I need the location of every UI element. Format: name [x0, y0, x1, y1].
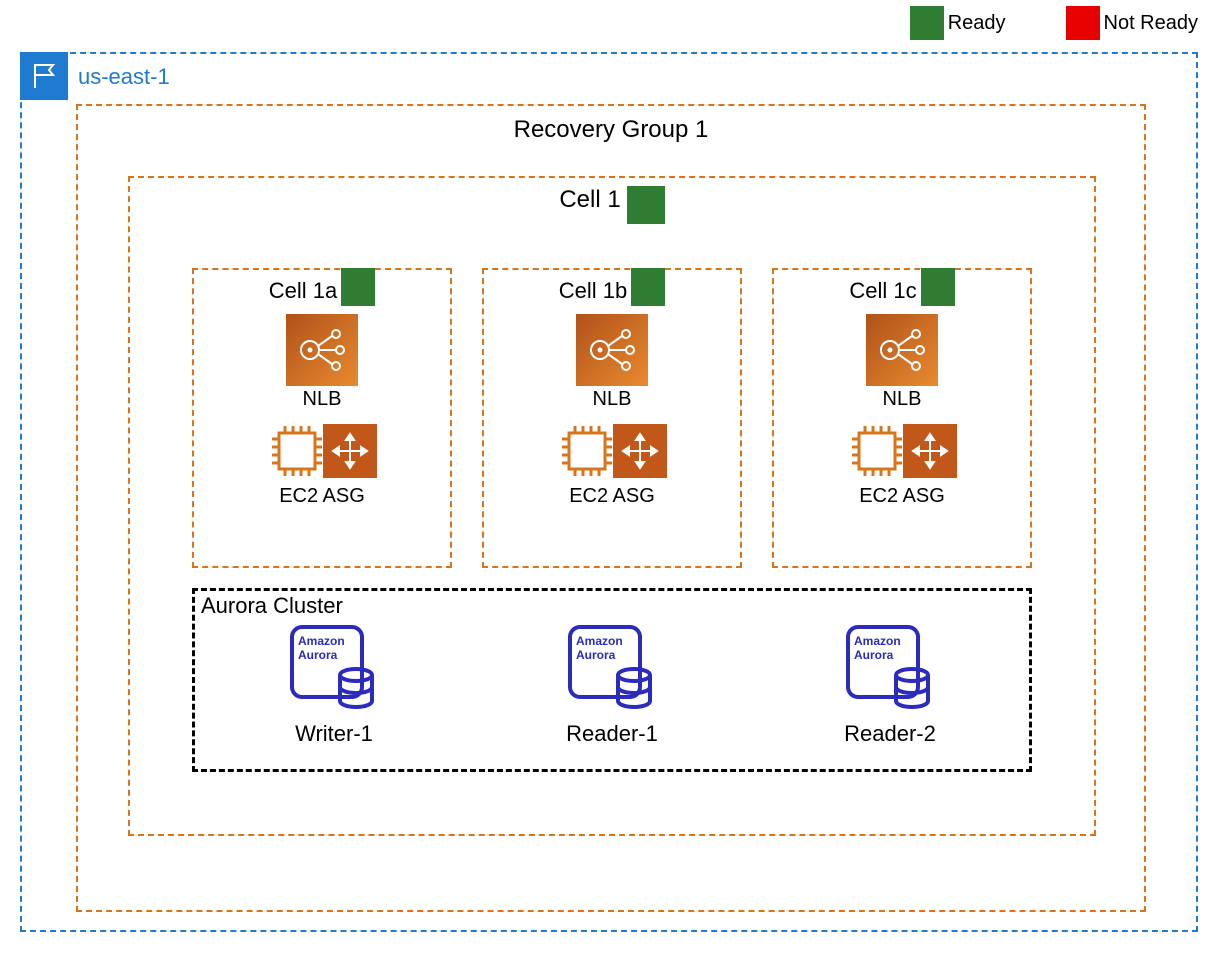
ready-swatch-icon — [910, 6, 944, 40]
cell1-header: Cell 1 — [130, 186, 1094, 224]
subcell-1a: Cell 1a — [192, 268, 452, 568]
ec2-chip-icon — [847, 421, 907, 481]
aurora-database-icon: Amazon Aurora — [562, 621, 662, 713]
subcell-1a-title: Cell 1a — [269, 272, 337, 304]
aurora-node-label: Reader-2 — [840, 721, 940, 747]
asg-label: EC2 ASG — [484, 485, 740, 508]
subcell-1b-title: Cell 1b — [559, 272, 627, 304]
aurora-database-icon: Amazon Aurora — [284, 621, 384, 713]
aurora-node-reader2: Amazon Aurora Reader-2 — [840, 621, 940, 747]
aurora-icon-text2: Aurora — [854, 648, 894, 662]
cell1-container: Cell 1 Cell 1a — [128, 176, 1096, 836]
region-container: us-east-1 Recovery Group 1 Cell 1 Cell 1… — [20, 52, 1198, 932]
subcell-1c-header: Cell 1c — [774, 272, 1030, 306]
cell1-status-icon — [627, 186, 665, 224]
nlb-icon — [286, 314, 358, 386]
aurora-node-writer1: Amazon Aurora Writer-1 — [284, 621, 384, 747]
nlb-label: NLB — [484, 388, 740, 411]
aurora-node-label: Writer-1 — [284, 721, 384, 747]
legend-not-ready-label: Not Ready — [1104, 12, 1199, 35]
nlb-icon — [576, 314, 648, 386]
subcell-1b-status-icon — [631, 268, 665, 306]
aurora-nodes-row: Amazon Aurora Writer-1 — [195, 621, 1029, 747]
aurora-cluster-container: Aurora Cluster Amazon Aurora — [192, 588, 1032, 772]
subcell-1a-status-icon — [341, 268, 375, 306]
aurora-cluster-title: Aurora Cluster — [195, 591, 1029, 619]
legend-ready: Ready — [910, 6, 1006, 40]
autoscaling-icon — [903, 424, 957, 478]
subcell-1b-header: Cell 1b — [484, 272, 740, 306]
nlb-label: NLB — [194, 388, 450, 411]
aurora-icon-text1: Amazon — [576, 634, 623, 648]
recovery-group-title: Recovery Group 1 — [78, 116, 1144, 144]
autoscaling-icon — [613, 424, 667, 478]
legend-ready-label: Ready — [948, 12, 1006, 35]
autoscaling-icon — [323, 424, 377, 478]
aurora-icon-text2: Aurora — [298, 648, 338, 662]
asg-label: EC2 ASG — [774, 485, 1030, 508]
subcell-1c-title: Cell 1c — [849, 272, 916, 304]
recovery-group-container: Recovery Group 1 Cell 1 Cell 1a — [76, 104, 1146, 912]
aurora-database-icon: Amazon Aurora — [840, 621, 940, 713]
asg-row — [774, 421, 1030, 481]
aurora-node-reader1: Amazon Aurora Reader-1 — [562, 621, 662, 747]
region-flag-icon — [20, 52, 68, 100]
legend-not-ready: Not Ready — [1066, 6, 1199, 40]
not-ready-swatch-icon — [1066, 6, 1100, 40]
subcell-1b: Cell 1b — [482, 268, 742, 568]
aurora-icon-text2: Aurora — [576, 648, 616, 662]
ec2-chip-icon — [267, 421, 327, 481]
nlb-icon — [866, 314, 938, 386]
region-name-label: us-east-1 — [78, 64, 170, 90]
aurora-node-label: Reader-1 — [562, 721, 662, 747]
asg-row — [484, 421, 740, 481]
asg-row — [194, 421, 450, 481]
subcell-1c-status-icon — [921, 268, 955, 306]
nlb-label: NLB — [774, 388, 1030, 411]
cell1-title: Cell 1 — [559, 186, 620, 224]
aurora-icon-text1: Amazon — [854, 634, 901, 648]
ec2-chip-icon — [557, 421, 617, 481]
subcell-1c: Cell 1c — [772, 268, 1032, 568]
asg-label: EC2 ASG — [194, 485, 450, 508]
status-legend: Ready Not Ready — [910, 6, 1198, 40]
subcell-1a-header: Cell 1a — [194, 272, 450, 306]
aurora-icon-text1: Amazon — [298, 634, 345, 648]
subcells-row: Cell 1a — [192, 268, 1032, 568]
